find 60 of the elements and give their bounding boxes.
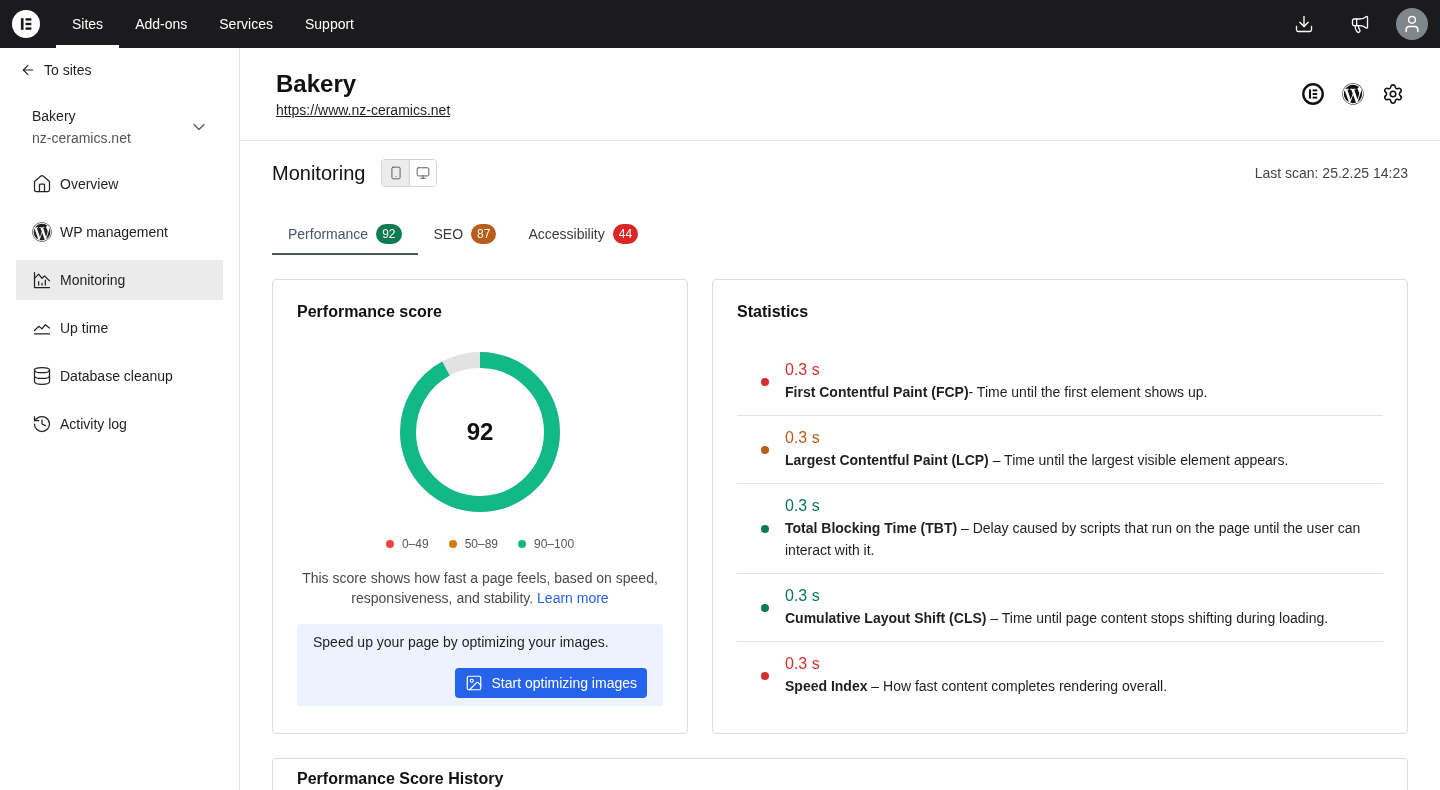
wordpress-icon[interactable] — [1342, 83, 1364, 105]
metric-value: 0.3 s — [785, 586, 820, 606]
site-url-link[interactable]: https://www.nz-ceramics.net — [276, 100, 451, 120]
sidebar-item[interactable]: Monitoring — [16, 260, 223, 300]
section-title: Monitoring — [272, 161, 366, 186]
metric-value: 0.3 s — [785, 496, 820, 516]
legend-label: 0–49 — [401, 536, 429, 553]
metric-description: Cumulative Layout Shift (CLS) – Time until page content stops shifting during loading. — [785, 609, 1329, 628]
optimize-images-button[interactable]: Start optimizing images — [455, 668, 647, 698]
nav-tab[interactable]: Services — [203, 0, 289, 48]
score-value: 92 — [466, 417, 494, 447]
score-badge: 44 — [612, 224, 639, 244]
metric-value: 0.3 s — [785, 654, 820, 674]
metric-description: First Contentful Paint (FCP)- Time until the first element shows up. — [785, 383, 1208, 402]
chart-icon — [32, 270, 52, 290]
nav-tab[interactable]: Support — [288, 0, 370, 48]
card-title: Performance Score History — [297, 769, 505, 789]
wordpress-icon — [32, 222, 52, 242]
tab[interactable]: SEO 87 — [417, 211, 513, 255]
e-logo-icon[interactable] — [1302, 83, 1324, 105]
back-link[interactable]: To sites — [20, 60, 92, 80]
sidebar-item[interactable]: Database cleanup — [16, 356, 223, 396]
phone-icon — [388, 166, 403, 180]
card-title: Performance score — [297, 302, 442, 322]
settings-icon[interactable] — [1382, 83, 1404, 105]
last-scan-text: Last scan: 25.2.25 14:23 — [1254, 164, 1408, 183]
home-icon — [32, 174, 52, 194]
avatar-icon[interactable] — [1396, 8, 1428, 40]
sidebar-item[interactable]: Overview — [16, 164, 223, 204]
score-badge: 87 — [471, 224, 497, 244]
legend-label: 50–89 — [464, 536, 498, 553]
score-description: This score shows how fast a page feels, based on speed, responsiveness, and stability. Learn more — [301, 569, 659, 608]
metric-description: Speed Index – How fast content completes rendering overall. — [785, 677, 1168, 696]
metric-value: 0.3 s — [785, 360, 820, 380]
logo-icon[interactable] — [12, 10, 40, 38]
download-icon — [1294, 14, 1314, 34]
metric-description: Total Blocking Time (TBT) – Delay caused by scripts that run on the page until the user can interact with it. — [785, 519, 1362, 560]
image-icon — [465, 674, 484, 692]
sidebar-item[interactable]: Up time — [16, 308, 223, 348]
metric-value: 0.3 s — [785, 428, 820, 448]
view-toggle-button[interactable] — [382, 160, 410, 186]
database-icon — [32, 366, 52, 386]
learn-more-link[interactable]: Learn more — [537, 590, 609, 606]
metric-description: Largest Contentful Paint (LCP) – Time until the largest visible element appears. — [785, 451, 1289, 470]
tab[interactable]: Accessibility 44 — [512, 211, 655, 255]
nav-tab[interactable]: Add-ons — [119, 0, 204, 48]
tip-text: Speed up your page by optimizing your images. — [313, 633, 610, 652]
nav-tab[interactable]: Sites — [56, 0, 120, 48]
tab[interactable]: Performance 92 — [272, 211, 418, 255]
view-toggle-button[interactable] — [409, 160, 437, 186]
legend-label: 90–100 — [534, 536, 575, 553]
score-badge: 92 — [376, 224, 402, 244]
megaphone-icon — [1350, 14, 1370, 34]
card-title: Statistics — [737, 302, 809, 322]
site-title: Bakery — [276, 69, 358, 99]
sidebar-item[interactable]: WP management — [16, 212, 223, 252]
monitor-icon — [416, 166, 431, 180]
site-selector[interactable]: Bakery nz-ceramics.net — [16, 105, 223, 149]
history-icon — [32, 414, 52, 434]
sidebar-item[interactable]: Activity log — [16, 404, 223, 444]
